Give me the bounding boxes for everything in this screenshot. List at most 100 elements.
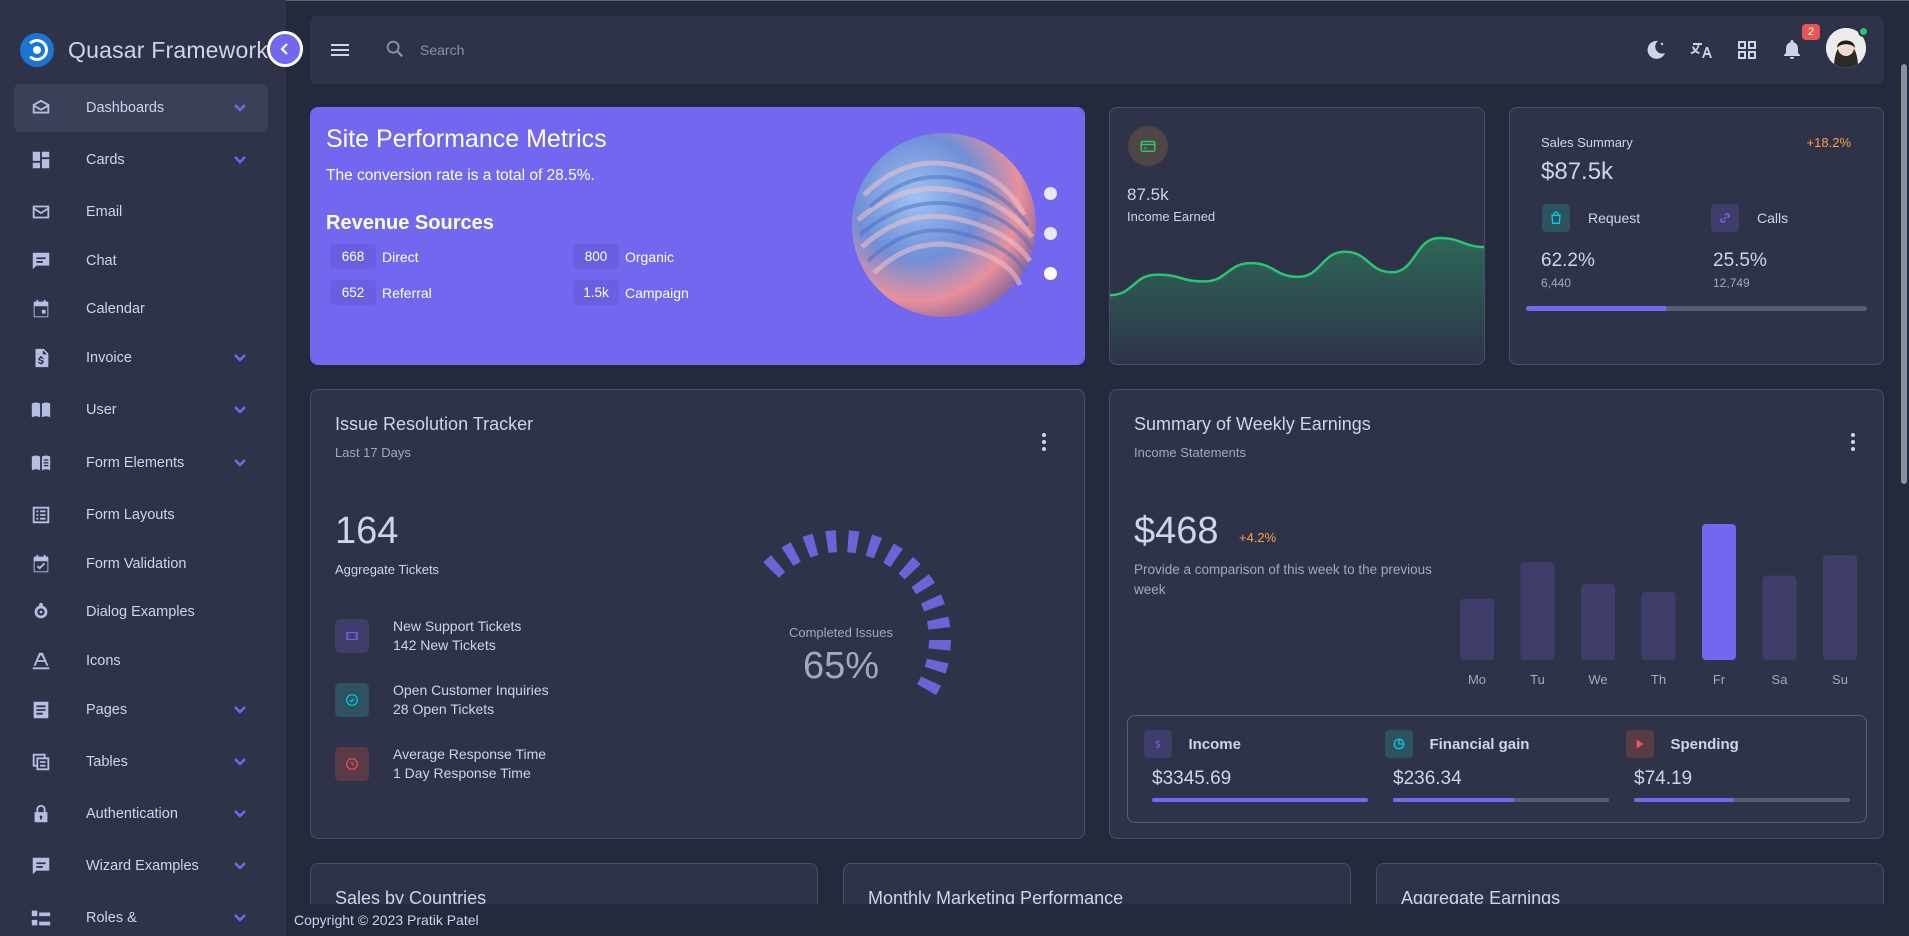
sidebar-item-roles[interactable]: Roles & <box>14 894 268 936</box>
aggregate-tickets-value: 164 <box>335 510 399 552</box>
sales-summary-change: +18.2% <box>1806 135 1851 150</box>
ticket-row-sub: 28 Open Tickets <box>393 701 495 717</box>
sidebar-item-icons[interactable]: Icons <box>14 637 268 685</box>
carousel-dot[interactable] <box>1044 267 1057 280</box>
more-options-icon[interactable] <box>1032 430 1056 454</box>
sidebar-item-form-validation[interactable]: Form Validation <box>14 540 268 588</box>
sidebar-item-calendar[interactable]: Calendar <box>14 285 268 333</box>
stat-label: Spending <box>1670 735 1739 753</box>
sidebar-item-pages[interactable]: Pages <box>14 686 268 734</box>
revenue-source-value: 668 <box>330 244 376 269</box>
sidebar-item-user[interactable]: User <box>14 386 268 434</box>
sidebar-item-wizard-examples[interactable]: Wizard Examples <box>14 842 268 890</box>
gauge-segment <box>793 719 810 743</box>
bar-label-mo: Mo <box>1468 672 1486 687</box>
stat-progress-bar <box>1393 798 1609 802</box>
revenue-source-campaign: 1.5k Campaign <box>573 280 689 305</box>
revenue-source-label: Organic <box>625 248 675 265</box>
bar-label-we: We <box>1588 672 1607 687</box>
revenue-source-label: Referral <box>382 284 432 301</box>
sidebar-item-label: Icons <box>86 653 121 669</box>
gauge-segment <box>838 728 849 750</box>
bar-we <box>1581 583 1615 660</box>
clock-icon <box>335 746 369 781</box>
credit-card-icon <box>1128 126 1168 166</box>
sidebar-item-cards[interactable]: Cards <box>14 136 268 184</box>
gauge-segment <box>898 556 921 580</box>
stat-label: Income <box>1188 735 1241 753</box>
search-icon <box>386 40 404 58</box>
calls-label: Calls <box>1757 210 1789 226</box>
brand[interactable]: Quasar Framework <box>20 33 268 67</box>
sidebar-item-authentication[interactable]: Authentication <box>14 790 268 838</box>
revenue-source-direct: 668 Direct <box>330 244 419 269</box>
sidebar: Quasar Framework Dashboards Cards Email Cha… <box>0 0 286 936</box>
sidebar-item-tables[interactable]: Tables <box>14 738 268 786</box>
gauge-segment <box>815 725 829 748</box>
more-options-icon[interactable] <box>1841 430 1865 454</box>
sidebar-item-dialog-examples[interactable]: Dialog Examples <box>14 588 268 636</box>
sidebar-item-label: Tables <box>86 754 128 770</box>
sidebar-item-label: Form Layouts <box>86 507 175 523</box>
sidebar-collapse-button[interactable] <box>267 31 303 67</box>
ticket-row-sub: 142 New Tickets <box>393 637 496 653</box>
carousel-dot[interactable] <box>1044 187 1057 200</box>
sidebar-item-chat[interactable]: Chat <box>14 237 268 285</box>
copyright-text: Copyright © 2023 Pratik Patel <box>294 912 479 928</box>
gauge-segment <box>847 530 860 554</box>
sidebar-item-label: Chat <box>86 253 117 269</box>
dashboard-icon <box>30 149 52 171</box>
sidebar-item-label: Form Validation <box>86 556 187 572</box>
weekly-amount: $468 <box>1134 510 1219 552</box>
menu-icon[interactable] <box>328 38 352 62</box>
stat-progress-fill <box>1634 798 1734 802</box>
carousel-dot[interactable] <box>1044 227 1057 240</box>
translate-icon[interactable] <box>1690 38 1714 62</box>
sidebar-item-label: Roles & <box>86 910 137 926</box>
theme-toggle-icon[interactable] <box>1644 38 1668 62</box>
sidebar-item-dashboards[interactable]: Dashboards <box>14 84 268 132</box>
calendar-check-icon <box>30 553 52 575</box>
sales-summary-card: Sales Summary +18.2% $87.5k Request Call… <box>1509 107 1884 365</box>
sidebar-item-invoice[interactable]: Invoice <box>14 334 268 382</box>
sidebar-item-form-elements[interactable]: Form Elements <box>14 439 268 487</box>
sidebar-item-label: Invoice <box>86 350 132 366</box>
ticket-icon <box>335 618 369 653</box>
chevron-down-icon <box>232 701 248 717</box>
invoice-icon <box>30 347 52 369</box>
notification-bell-icon[interactable] <box>1780 38 1804 62</box>
weekly-stats-panel: $ Income $3345.69 Financial gain $236.34… <box>1127 715 1867 823</box>
page-scrollbar[interactable] <box>1901 64 1907 484</box>
gauge-segment <box>883 543 903 568</box>
shopping-bag-icon <box>1542 204 1570 232</box>
ticket-row-title: Average Response Time <box>393 746 547 762</box>
stat-progress-bar <box>1152 798 1368 802</box>
link-icon <box>1711 204 1739 232</box>
apps-grid-icon[interactable] <box>1735 38 1759 62</box>
calls-percent: 25.5% <box>1713 250 1767 271</box>
ticket-row-inquiries: Open Customer Inquiries 28 Open Tickets <box>335 682 549 717</box>
lock-icon <box>30 803 52 825</box>
ticket-row-title: Open Customer Inquiries <box>393 682 549 698</box>
request-percent: 62.2% <box>1541 250 1595 271</box>
gauge-segment <box>781 542 801 566</box>
chevron-down-icon <box>232 99 248 115</box>
weekly-description: Provide a comparison of this week to the… <box>1134 562 1432 597</box>
issue-tracker-subtitle: Last 17 Days <box>335 445 411 460</box>
top-border <box>0 0 1909 1</box>
issue-tracker-title: Issue Resolution Tracker <box>335 414 534 434</box>
ticket-row-new: New Support Tickets 142 New Tickets <box>335 618 521 653</box>
income-area-chart <box>1110 236 1484 364</box>
sales-progress-bar <box>1526 306 1867 311</box>
text-icon <box>30 650 52 672</box>
sales-summary-label: Sales Summary <box>1541 135 1633 150</box>
gauge-segment <box>865 534 883 559</box>
sidebar-item-label: Calendar <box>86 301 145 317</box>
weekly-bar-chart: Mo Tu We Th Fr Sa Su <box>1460 524 1857 687</box>
sidebar-item-email[interactable]: Email <box>14 188 268 236</box>
gauge-segment <box>763 555 786 578</box>
sidebar-item-form-layouts[interactable]: Form Layouts <box>14 491 268 539</box>
hero-subtitle: The conversion rate is a total of 28.5%. <box>326 167 595 184</box>
search-input[interactable] <box>420 36 720 64</box>
gauge-segment <box>876 717 894 741</box>
